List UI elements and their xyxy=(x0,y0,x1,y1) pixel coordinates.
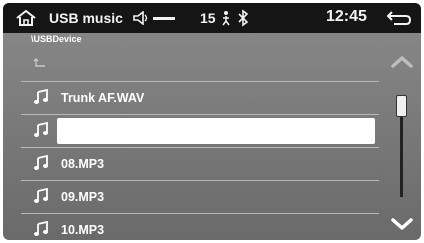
source-label: USB music xyxy=(49,10,123,26)
list-item-label: 10.MP3 xyxy=(61,223,105,237)
list-item-selected[interactable] xyxy=(21,115,379,148)
speaker-icon xyxy=(133,11,148,25)
music-note-icon xyxy=(34,188,48,203)
scrollbar[interactable] xyxy=(389,49,419,237)
list-item[interactable]: 08.MP3 xyxy=(21,148,379,181)
list-item-label: Trunk AF.WAV xyxy=(61,91,145,105)
music-note-icon xyxy=(34,89,48,104)
folder-up-icon xyxy=(33,58,45,67)
volume-bar xyxy=(153,17,175,20)
head-unit-screen: USB music 15 12:45 \USBDevice Trunk AF.W… xyxy=(3,3,421,240)
person-icon xyxy=(222,11,230,26)
list-item[interactable]: 10.MP3 xyxy=(21,214,379,240)
clock: 12:45 xyxy=(326,8,367,25)
list-item[interactable]: 09.MP3 xyxy=(21,181,379,214)
file-list: Trunk AF.WAV 08.MP3 09.MP3 10.MP3 xyxy=(21,49,379,240)
folder-up-row[interactable] xyxy=(21,49,379,82)
bluetooth-icon xyxy=(238,9,249,27)
back-icon[interactable] xyxy=(386,10,412,26)
scroll-thumb[interactable] xyxy=(396,95,407,117)
selection-highlight xyxy=(57,118,375,144)
music-note-icon xyxy=(34,155,48,170)
scroll-down-icon[interactable] xyxy=(390,217,414,231)
list-item-label: 09.MP3 xyxy=(61,190,105,204)
home-icon[interactable] xyxy=(15,9,37,27)
scroll-up-icon[interactable] xyxy=(390,55,414,69)
status-bar: USB music 15 12:45 xyxy=(3,3,421,33)
current-path: \USBDevice xyxy=(31,34,82,44)
list-item-label: 08.MP3 xyxy=(61,157,105,171)
music-note-icon xyxy=(34,122,48,137)
music-note-icon xyxy=(34,221,48,236)
volume-level: 15 xyxy=(200,10,216,26)
list-item[interactable]: Trunk AF.WAV xyxy=(21,82,379,115)
